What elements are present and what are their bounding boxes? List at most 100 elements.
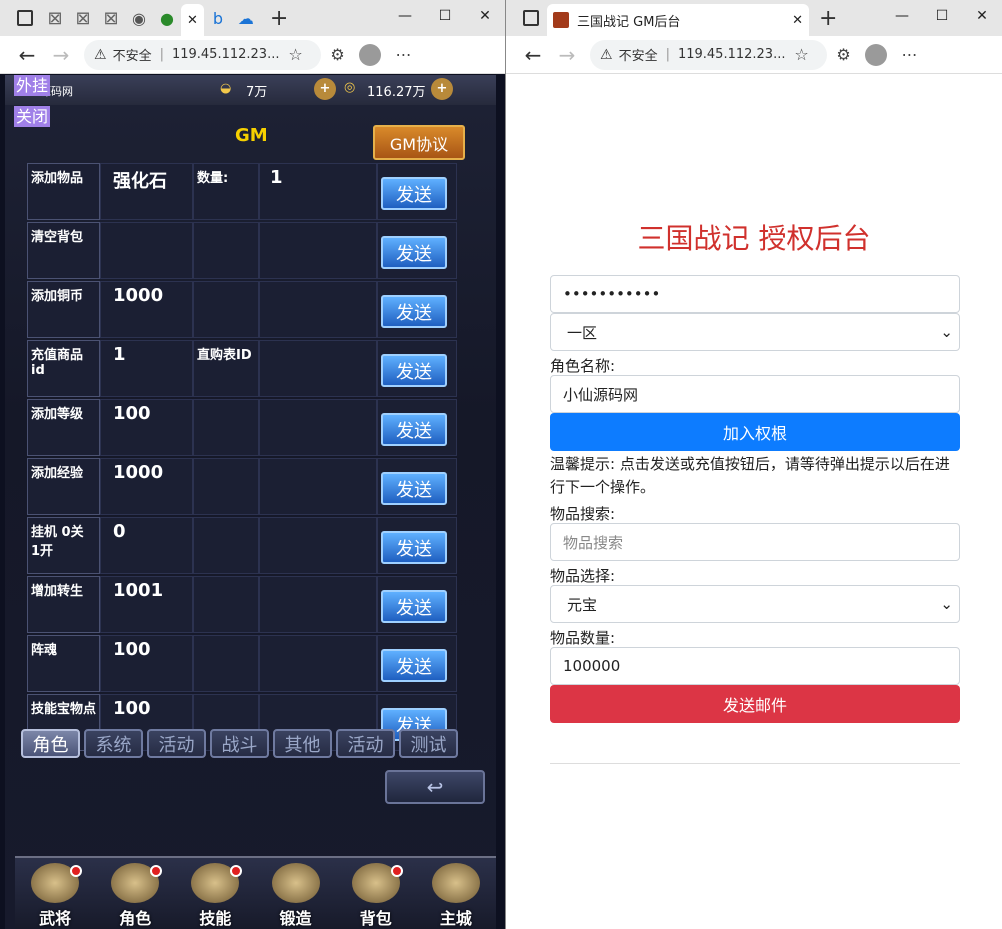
gm-tab[interactable]: 活动: [147, 729, 206, 758]
gm-row-name: 充值商品id: [27, 340, 100, 397]
back-icon[interactable]: ←: [10, 43, 44, 67]
tab-icon[interactable]: ⊠: [41, 4, 69, 32]
send-button[interactable]: 发送: [381, 413, 447, 446]
server-select[interactable]: 一区 ⌄: [550, 313, 960, 351]
active-tab[interactable]: 三国战记 GM后台 ✕: [547, 4, 809, 36]
bottom-nav-item[interactable]: 武将: [24, 859, 86, 929]
gm-row-extra-input[interactable]: [259, 458, 377, 515]
gm-row-extra-input[interactable]: [259, 281, 377, 338]
gm-row-value-input[interactable]: 100: [100, 635, 193, 692]
gm-row-extra-input[interactable]: 1: [259, 163, 377, 220]
maximize-icon[interactable]: ☐: [922, 4, 962, 28]
send-button[interactable]: 发送: [381, 295, 447, 328]
tab-icon[interactable]: ⊠: [69, 4, 97, 32]
tab-icon[interactable]: ◉: [125, 4, 153, 32]
send-button[interactable]: 发送: [381, 590, 447, 623]
send-mail-button[interactable]: 发送邮件: [550, 685, 960, 723]
close-icon[interactable]: ✕: [187, 13, 198, 28]
server-value: 一区: [567, 323, 598, 342]
url-field[interactable]: ⚠ 不安全 | 119.45.112.23... ☆: [590, 39, 828, 70]
tab-icon[interactable]: ●: [153, 4, 181, 32]
cloud-tab-icon[interactable]: ☁: [232, 4, 260, 32]
gm-row-extra-label: 直购表ID: [193, 340, 259, 397]
bing-tab-icon[interactable]: b: [204, 4, 232, 32]
tab-actions-icon[interactable]: [523, 10, 539, 26]
gm-row-name: 增加转生: [27, 576, 100, 633]
gm-tab[interactable]: 战斗: [210, 729, 269, 758]
gm-tab[interactable]: 测试: [399, 729, 458, 758]
close-icon[interactable]: ✕: [962, 4, 1002, 28]
gm-row-extra-input[interactable]: [259, 576, 377, 633]
gm-row-value-input[interactable]: [100, 222, 193, 279]
gm-row-extra-label: [193, 517, 259, 574]
back-button[interactable]: ↩: [385, 770, 485, 804]
ext-close-button[interactable]: 关闭: [14, 106, 51, 127]
more-menu-icon[interactable]: ⋯: [387, 45, 419, 64]
gm-tab[interactable]: 其他: [273, 729, 332, 758]
item-search-input[interactable]: 物品搜索: [550, 523, 960, 561]
gm-tab[interactable]: 系统: [84, 729, 143, 758]
item-select[interactable]: 元宝 ⌄: [550, 585, 960, 623]
forward-icon: →: [52, 42, 70, 67]
maximize-icon[interactable]: ☐: [425, 4, 465, 28]
gm-row-value-input[interactable]: 1000: [100, 458, 193, 515]
send-button[interactable]: 发送: [381, 177, 447, 210]
gm-row-value-input[interactable]: 1001: [100, 576, 193, 633]
gm-protocol-button[interactable]: GM协议: [373, 125, 465, 160]
gm-row-name: 添加等级: [27, 399, 100, 456]
gm-row-name: 添加经验: [27, 458, 100, 515]
gm-row-extra-input[interactable]: [259, 222, 377, 279]
new-tab-icon[interactable]: +: [270, 6, 288, 31]
gm-row-value-input[interactable]: 0: [100, 517, 193, 574]
send-button[interactable]: 发送: [381, 236, 447, 269]
tab-icon[interactable]: ⊠: [97, 4, 125, 32]
send-button[interactable]: 发送: [381, 649, 447, 682]
new-tab-icon[interactable]: +: [819, 6, 837, 31]
gm-row-extra-input[interactable]: [259, 517, 377, 574]
more-menu-icon[interactable]: ⋯: [893, 45, 925, 64]
gm-row-value-input[interactable]: 强化石: [100, 163, 193, 220]
gm-row-action-cell: 发送: [377, 340, 457, 397]
minimize-icon[interactable]: —: [385, 4, 425, 28]
ext-label[interactable]: 外挂: [14, 75, 51, 96]
window-controls: — ☐ ✕: [385, 4, 505, 28]
send-button[interactable]: 发送: [381, 354, 447, 387]
favorite-icon[interactable]: ☆: [785, 45, 817, 64]
extensions-icon[interactable]: ⚙: [321, 45, 353, 64]
gm-row-value-input[interactable]: 1: [100, 340, 193, 397]
gm-row-value-input[interactable]: 100: [100, 399, 193, 456]
bottom-nav-item[interactable]: 技能: [184, 859, 246, 929]
gm-row-extra-input[interactable]: [259, 635, 377, 692]
role-name-field[interactable]: 小仙源码网: [550, 375, 960, 413]
tab-actions-icon[interactable]: [17, 10, 33, 26]
send-button[interactable]: 发送: [381, 531, 447, 564]
close-icon[interactable]: ✕: [465, 4, 505, 28]
profile-avatar[interactable]: [865, 43, 888, 66]
bottom-nav-item[interactable]: 角色: [104, 859, 166, 929]
favorite-icon[interactable]: ☆: [279, 45, 311, 64]
bottom-nav-item[interactable]: 主城: [425, 859, 487, 929]
gm-row-value-input[interactable]: 1000: [100, 281, 193, 338]
gm-row-name: 添加物品: [27, 163, 100, 220]
gm-tab[interactable]: 角色: [21, 729, 80, 758]
item-value: 元宝: [567, 595, 598, 614]
active-tab[interactable]: ✕: [181, 4, 204, 36]
gm-row-extra-input[interactable]: [259, 399, 377, 456]
gm-tab[interactable]: 活动: [336, 729, 395, 758]
password-field[interactable]: •••••••••••: [550, 275, 960, 313]
bottom-nav-label: 主城: [439, 909, 472, 928]
bottom-nav-item[interactable]: 背包: [345, 859, 407, 929]
add-coin-icon[interactable]: +: [431, 78, 453, 100]
bottom-nav-item[interactable]: 锻造: [265, 859, 327, 929]
url-field[interactable]: ⚠ 不安全 | 119.45.112.23... ☆: [84, 39, 322, 70]
close-icon[interactable]: ✕: [792, 13, 803, 28]
extensions-icon[interactable]: ⚙: [827, 45, 859, 64]
item-quantity-field[interactable]: 100000: [550, 647, 960, 685]
send-button[interactable]: 发送: [381, 472, 447, 505]
gm-row-extra-input[interactable]: [259, 340, 377, 397]
back-icon[interactable]: ←: [516, 43, 550, 67]
add-gold-icon[interactable]: +: [314, 78, 336, 100]
minimize-icon[interactable]: —: [882, 4, 922, 28]
auth-button[interactable]: 加入权根: [550, 413, 960, 451]
profile-avatar[interactable]: [359, 43, 382, 66]
